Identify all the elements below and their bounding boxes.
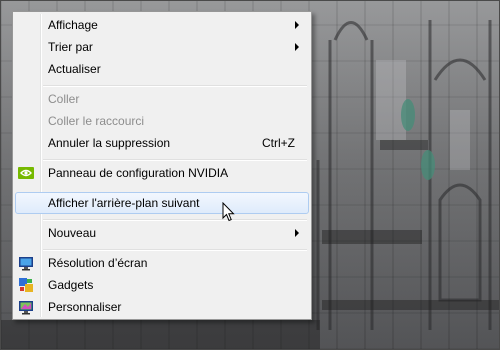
menu-item-label: Nouveau	[48, 226, 97, 240]
menu-item-screen-resolution[interactable]: Résolution d’écran	[15, 252, 309, 274]
personalize-monitor-icon	[18, 299, 34, 315]
menu-item-coller[interactable]: Coller	[15, 88, 309, 110]
menu-item-label: Afficher l'arrière-plan suivant	[48, 196, 200, 210]
menu-item-label: Panneau de configuration NVIDIA	[48, 166, 229, 180]
menu-item-gadgets[interactable]: Gadgets	[15, 274, 309, 296]
menu-item-nouveau[interactable]: Nouveau	[15, 222, 309, 244]
menu-separator	[43, 219, 307, 221]
menu-item-affichage[interactable]: Affichage	[15, 14, 309, 36]
submenu-arrow-icon	[295, 43, 299, 51]
menu-item-label: Trier par	[48, 40, 93, 54]
menu-item-label: Actualiser	[48, 62, 101, 76]
mouse-pointer-icon	[222, 201, 235, 222]
menu-item-label: Annuler la suppression	[48, 136, 171, 150]
submenu-arrow-icon	[295, 21, 299, 29]
submenu-arrow-icon	[295, 229, 299, 237]
desktop-context-menu: Affichage Trier par Actualiser Coller Co…	[12, 11, 312, 320]
nvidia-logo-icon	[18, 165, 34, 181]
gadgets-icon	[18, 277, 34, 293]
menu-separator	[43, 85, 307, 87]
menu-item-actualiser[interactable]: Actualiser	[15, 58, 309, 80]
menu-item-label: Coller le raccourci	[48, 114, 145, 128]
menu-item-shortcut: Ctrl+Z	[262, 136, 295, 150]
menu-separator	[43, 159, 307, 161]
menu-item-label: Personnaliser	[48, 300, 122, 314]
menu-item-annuler-suppression[interactable]: Annuler la suppression Ctrl+Z	[15, 132, 309, 154]
menu-item-label: Affichage	[48, 18, 98, 32]
menu-item-label: Coller	[48, 92, 80, 106]
menu-item-nvidia-control-panel[interactable]: Panneau de configuration NVIDIA	[15, 162, 309, 184]
menu-separator	[43, 249, 307, 251]
menu-item-trier-par[interactable]: Trier par	[15, 36, 309, 58]
monitor-icon	[18, 255, 34, 271]
menu-item-label: Résolution d’écran	[48, 256, 148, 270]
menu-item-coller-raccourci[interactable]: Coller le raccourci	[15, 110, 309, 132]
menu-item-personalize[interactable]: Personnaliser	[15, 296, 309, 318]
menu-item-label: Gadgets	[48, 278, 94, 292]
menu-item-next-background[interactable]: Afficher l'arrière-plan suivant	[15, 192, 309, 214]
